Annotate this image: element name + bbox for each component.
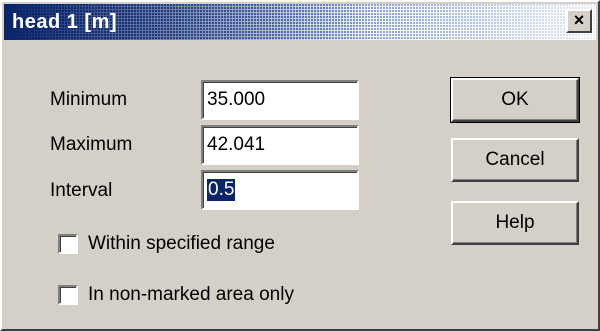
- minimum-field[interactable]: 35.000: [201, 80, 359, 120]
- interval-field[interactable]: 0.5: [201, 170, 359, 210]
- help-button[interactable]: Help: [451, 201, 579, 245]
- close-button[interactable]: ×: [566, 9, 592, 33]
- non-marked-checkbox[interactable]: [58, 285, 78, 305]
- interval-label: Interval: [50, 180, 113, 201]
- help-button-label: Help: [495, 212, 535, 233]
- dialog-window: head 1 [m] × Minimum 35.000 Maximum 42.0…: [0, 0, 600, 331]
- minimum-value: 35.000: [207, 89, 266, 110]
- interval-value: 0.5: [207, 179, 236, 201]
- within-range-checkbox[interactable]: [58, 234, 78, 254]
- cancel-button-label: Cancel: [485, 149, 545, 170]
- ok-button[interactable]: OK: [450, 77, 580, 123]
- close-icon: ×: [573, 10, 585, 30]
- maximum-label: Maximum: [50, 134, 133, 155]
- maximum-value: 42.041: [207, 134, 266, 155]
- ok-button-label: OK: [501, 89, 529, 110]
- cancel-button[interactable]: Cancel: [451, 138, 579, 182]
- within-range-label: Within specified range: [88, 233, 275, 254]
- maximum-field[interactable]: 42.041: [201, 125, 359, 165]
- title-bar[interactable]: head 1 [m] ×: [4, 4, 596, 40]
- minimum-label: Minimum: [50, 89, 128, 110]
- non-marked-label: In non-marked area only: [88, 284, 294, 305]
- window-title: head 1 [m]: [12, 11, 118, 33]
